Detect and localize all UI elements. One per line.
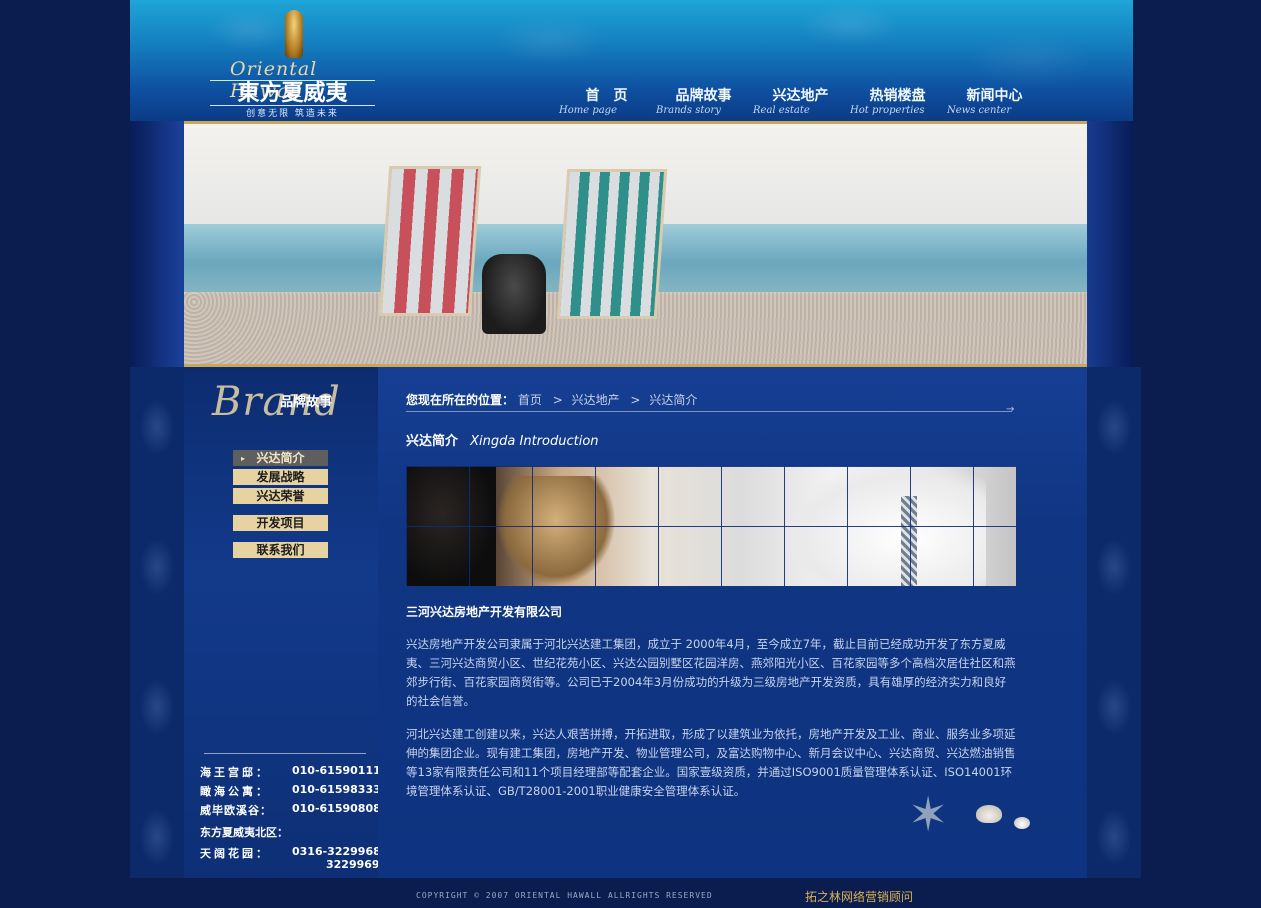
- nav-item-hot-properties[interactable]: 热销楼盘 Hot properties: [846, 85, 943, 116]
- breadcrumb-current: 兴达简介: [649, 393, 698, 407]
- main-nav: 首 页 Home page 品牌故事 Brands story 兴达地产 Rea…: [555, 85, 1040, 116]
- triangle-right-icon: ▸: [241, 453, 246, 463]
- shell-icon: [976, 805, 1002, 823]
- nav-item-brand-story[interactable]: 品牌故事 Brands story: [652, 85, 749, 116]
- company-name: 三河兴达房地产开发有限公司: [406, 605, 563, 619]
- brand-heading: Brand 品牌故事: [212, 377, 352, 427]
- contact-row: 瞰海公寓： 010-61598333: [200, 783, 381, 798]
- nav-label-cn: 品牌故事: [675, 88, 732, 104]
- page-title: 兴达简介 Xingda Introduction: [406, 430, 599, 449]
- side-menu-label: 联系我们: [256, 543, 305, 557]
- nav-label-en: Home page: [559, 105, 618, 116]
- footer: COPYRIGHT © 2007 ORIENTAL HAWALL ALLRIGH…: [0, 878, 1261, 908]
- side-menu-item-strategy[interactable]: 发展战略: [233, 469, 328, 485]
- breadcrumb-divider: [406, 411, 1012, 412]
- beach-bag: [482, 254, 546, 334]
- left-damask-strip: [130, 367, 184, 878]
- side-menu-item-contact[interactable]: 联系我们: [233, 542, 328, 558]
- side-menu-label: 开发项目: [256, 516, 305, 530]
- breadcrumb-home-link[interactable]: 首页: [518, 393, 542, 407]
- nav-item-real-estate[interactable]: 兴达地产 Real estate: [749, 85, 846, 116]
- arrow-right-icon: →: [1006, 404, 1015, 415]
- page-title-en: Xingda Introduction: [470, 434, 599, 449]
- red-striped-deckchair: [378, 166, 482, 316]
- header: Oriental Hawaii 東方夏威夷 创意无限 筑造未来 首 页 Home…: [130, 0, 1133, 121]
- nav-label-cn: 兴达地产: [772, 88, 829, 104]
- contact-row: 东方夏威夷北区：: [200, 826, 288, 839]
- side-menu-item-intro[interactable]: ▸ 兴达简介: [233, 450, 328, 466]
- intro-paragraph: 兴达房地产开发公司隶属于河北兴达建工集团，成立于 2000年4月，至今成立7年，…: [406, 637, 1016, 708]
- breadcrumb-label: 您现在所在的位置：: [406, 393, 515, 407]
- nav-label-cn: 热销楼盘: [869, 88, 926, 104]
- logo-tagline: 创意无限 筑造未来: [246, 109, 339, 119]
- starfish-shells-decoration: ✶: [908, 787, 1038, 847]
- site-logo[interactable]: Oriental Hawaii 東方夏威夷 创意无限 筑造未来: [210, 8, 375, 119]
- breadcrumb-separator: >: [630, 393, 641, 407]
- side-menu-label: 发展战略: [256, 470, 305, 484]
- breadcrumb-real-estate-link[interactable]: 兴达地产: [572, 393, 620, 407]
- page-title-cn: 兴达简介: [406, 434, 459, 449]
- nav-item-news-center[interactable]: 新闻中心 News center: [943, 85, 1040, 116]
- right-damask-strip: [1087, 367, 1141, 878]
- mermaid-statue-icon: [285, 10, 303, 58]
- side-menu-item-honors[interactable]: 兴达荣誉: [233, 488, 328, 504]
- photo-grid-overlay: [406, 466, 1016, 586]
- logo-chinese-name: 東方夏威夷: [210, 80, 375, 106]
- main-content: 您现在所在的位置： 首页 > 兴达地产 > 兴达简介 → 兴达简介 Xingda…: [378, 367, 1087, 878]
- nav-item-home[interactable]: 首 页 Home page: [555, 85, 652, 116]
- starfish-icon: ✶: [908, 787, 949, 843]
- footer-agency-link[interactable]: 拓之林网络营销顾问: [805, 888, 913, 905]
- nav-label-en: Real estate: [753, 105, 810, 116]
- contact-row: 威毕欧溪谷： 010-61590808: [200, 802, 381, 817]
- left-sidebar: Brand 品牌故事 ▸ 兴达简介 发展战略 兴达荣誉 开发项目 联系我们 海王…: [184, 367, 381, 878]
- business-meeting-photo: [406, 466, 1016, 586]
- beach-banner-image: [184, 121, 1087, 367]
- side-menu-item-projects[interactable]: 开发项目: [233, 515, 328, 531]
- green-striped-deckchair: [556, 169, 668, 319]
- nav-label-cn: 首 页: [585, 88, 628, 104]
- nav-label-en: News center: [947, 105, 1012, 116]
- breadcrumb: 您现在所在的位置： 首页 > 兴达地产 > 兴达简介: [406, 391, 697, 408]
- brand-chinese-label: 品牌故事: [280, 395, 333, 410]
- side-menu-label: 兴达荣誉: [256, 489, 305, 503]
- nav-label-cn: 新闻中心: [966, 88, 1023, 104]
- page-container: Oriental Hawaii 東方夏威夷 创意无限 筑造未来 首 页 Home…: [130, 0, 1141, 878]
- contact-divider: [204, 753, 366, 754]
- nav-label-en: Brands story: [656, 105, 721, 116]
- side-menu-label: 兴达简介: [256, 451, 305, 465]
- banner-area: [130, 121, 1133, 367]
- copyright-text: COPYRIGHT © 2007 ORIENTAL HAWALL ALLRIGH…: [416, 891, 713, 900]
- contact-row: 海王宫邸： 010-61590111: [200, 764, 381, 779]
- shell-icon: [1014, 817, 1030, 829]
- contact-row: 3229969: [326, 858, 380, 871]
- nav-label-en: Hot properties: [850, 105, 925, 116]
- breadcrumb-separator: >: [552, 393, 563, 407]
